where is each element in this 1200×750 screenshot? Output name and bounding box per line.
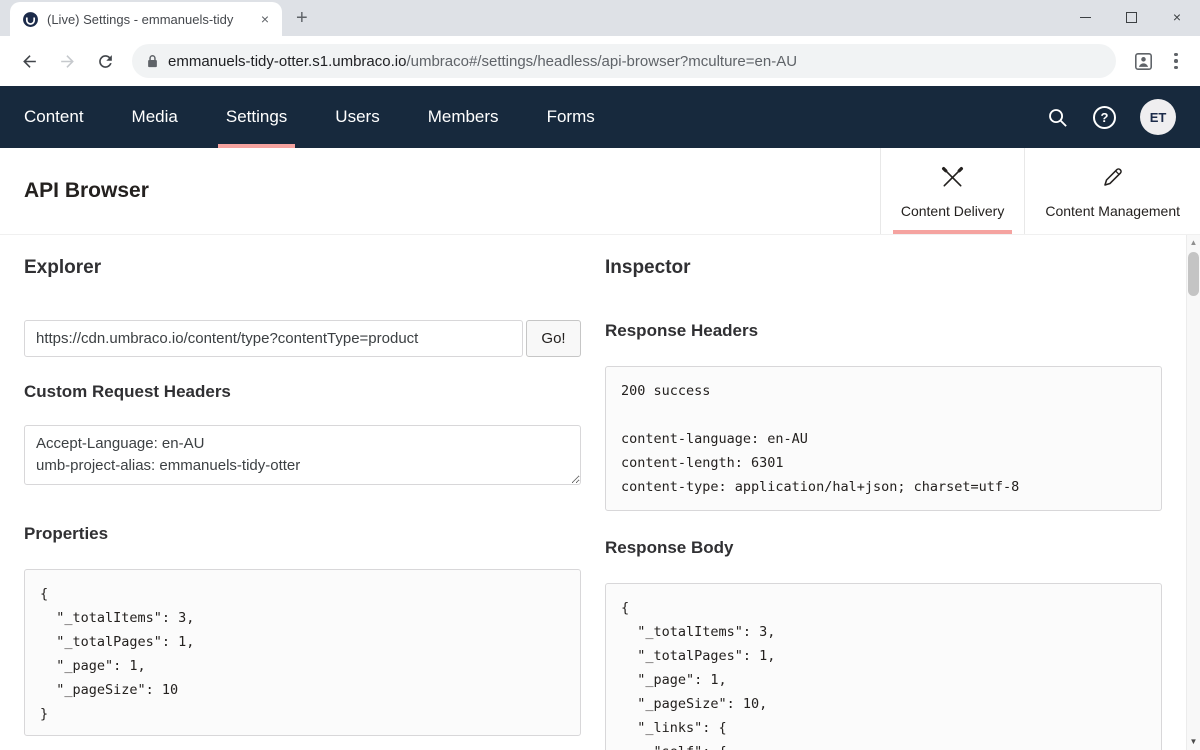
custom-request-headers-heading: Custom Request Headers (24, 381, 581, 403)
scrollbar-down-icon[interactable]: ▼ (1187, 734, 1200, 750)
inspector-panel: Inspector Response Headers 200 success c… (605, 255, 1162, 750)
response-body-code-box: { "_totalItems": 3, "_totalPages": 1, "_… (605, 583, 1162, 750)
custom-headers-textarea[interactable]: Accept-Language: en-AU umb-project-alias… (24, 425, 581, 485)
response-body-heading: Response Body (605, 537, 1162, 559)
browser-tab[interactable]: (Live) Settings - emmanuels-tidy × (10, 2, 282, 36)
nav-item-members[interactable]: Members (418, 86, 509, 148)
url-domain: emmanuels-tidy-otter.s1.umbraco.io (168, 53, 406, 70)
nav-item-forms[interactable]: Forms (537, 86, 605, 148)
lock-icon (147, 54, 158, 68)
properties-heading: Properties (24, 523, 581, 545)
page-title: API Browser (24, 179, 149, 203)
request-url-input[interactable] (24, 320, 523, 357)
forward-icon[interactable] (48, 42, 86, 80)
tab-close-icon[interactable]: × (256, 11, 274, 27)
window-controls: × (1062, 0, 1200, 34)
profile-icon[interactable] (1124, 42, 1162, 80)
nav-item-content[interactable]: Content (14, 86, 94, 148)
url-path: /umbraco#/settings/headless/api-browser?… (406, 53, 797, 70)
page-header: API Browser Content Delivery Content Man… (0, 148, 1200, 235)
umbraco-top-nav: Content Media Settings Users Members For… (0, 86, 1200, 148)
page-scrollbar[interactable]: ▲ ▼ (1186, 235, 1200, 750)
tab-content-delivery[interactable]: Content Delivery (880, 148, 1025, 234)
search-icon[interactable] (1046, 106, 1069, 129)
go-button[interactable]: Go! (526, 320, 581, 357)
browser-menu-icon[interactable] (1162, 42, 1190, 80)
nav-item-users[interactable]: Users (325, 86, 389, 148)
explorer-panel: Explorer Go! Custom Request Headers Acce… (24, 255, 581, 750)
tab-title: (Live) Settings - emmanuels-tidy (47, 12, 248, 27)
api-mode-tabs: Content Delivery Content Management (880, 148, 1200, 234)
help-icon[interactable]: ? (1093, 106, 1116, 129)
window-maximize-icon[interactable] (1108, 0, 1154, 34)
window-close-icon[interactable]: × (1154, 0, 1200, 34)
umbraco-favicon-icon (22, 11, 39, 28)
nav-right-tools: ? ET (1046, 86, 1176, 148)
tab-label: Content Delivery (901, 203, 1005, 219)
tab-content-management[interactable]: Content Management (1024, 148, 1200, 234)
response-headers-heading: Response Headers (605, 320, 1162, 342)
browser-window: (Live) Settings - emmanuels-tidy × + × e… (0, 0, 1200, 750)
address-bar[interactable]: emmanuels-tidy-otter.s1.umbraco.io/umbra… (132, 44, 1116, 78)
nav-item-media[interactable]: Media (122, 86, 188, 148)
scrollbar-up-icon[interactable]: ▲ (1187, 235, 1200, 251)
back-icon[interactable] (10, 42, 48, 80)
response-headers-code-box: 200 success content-language: en-AU cont… (605, 366, 1162, 511)
url-text: emmanuels-tidy-otter.s1.umbraco.io/umbra… (168, 53, 797, 70)
content-management-pencil-icon (1099, 164, 1126, 196)
content-delivery-icon (939, 164, 966, 196)
new-tab-icon[interactable]: + (296, 9, 308, 27)
window-minimize-icon[interactable] (1062, 0, 1108, 34)
scrollbar-thumb[interactable] (1188, 252, 1199, 296)
browser-toolbar: emmanuels-tidy-otter.s1.umbraco.io/umbra… (0, 36, 1200, 86)
refresh-icon[interactable] (86, 42, 124, 80)
user-avatar[interactable]: ET (1140, 99, 1176, 135)
explorer-title: Explorer (24, 255, 581, 281)
nav-item-settings[interactable]: Settings (216, 86, 297, 148)
main-content: Explorer Go! Custom Request Headers Acce… (0, 235, 1200, 750)
inspector-title: Inspector (605, 255, 1162, 281)
request-url-row: Go! (24, 320, 581, 357)
properties-code-box: { "_totalItems": 3, "_totalPages": 1, "_… (24, 569, 581, 736)
tab-label: Content Management (1045, 203, 1180, 219)
browser-tab-bar: (Live) Settings - emmanuels-tidy × + × (0, 0, 1200, 36)
